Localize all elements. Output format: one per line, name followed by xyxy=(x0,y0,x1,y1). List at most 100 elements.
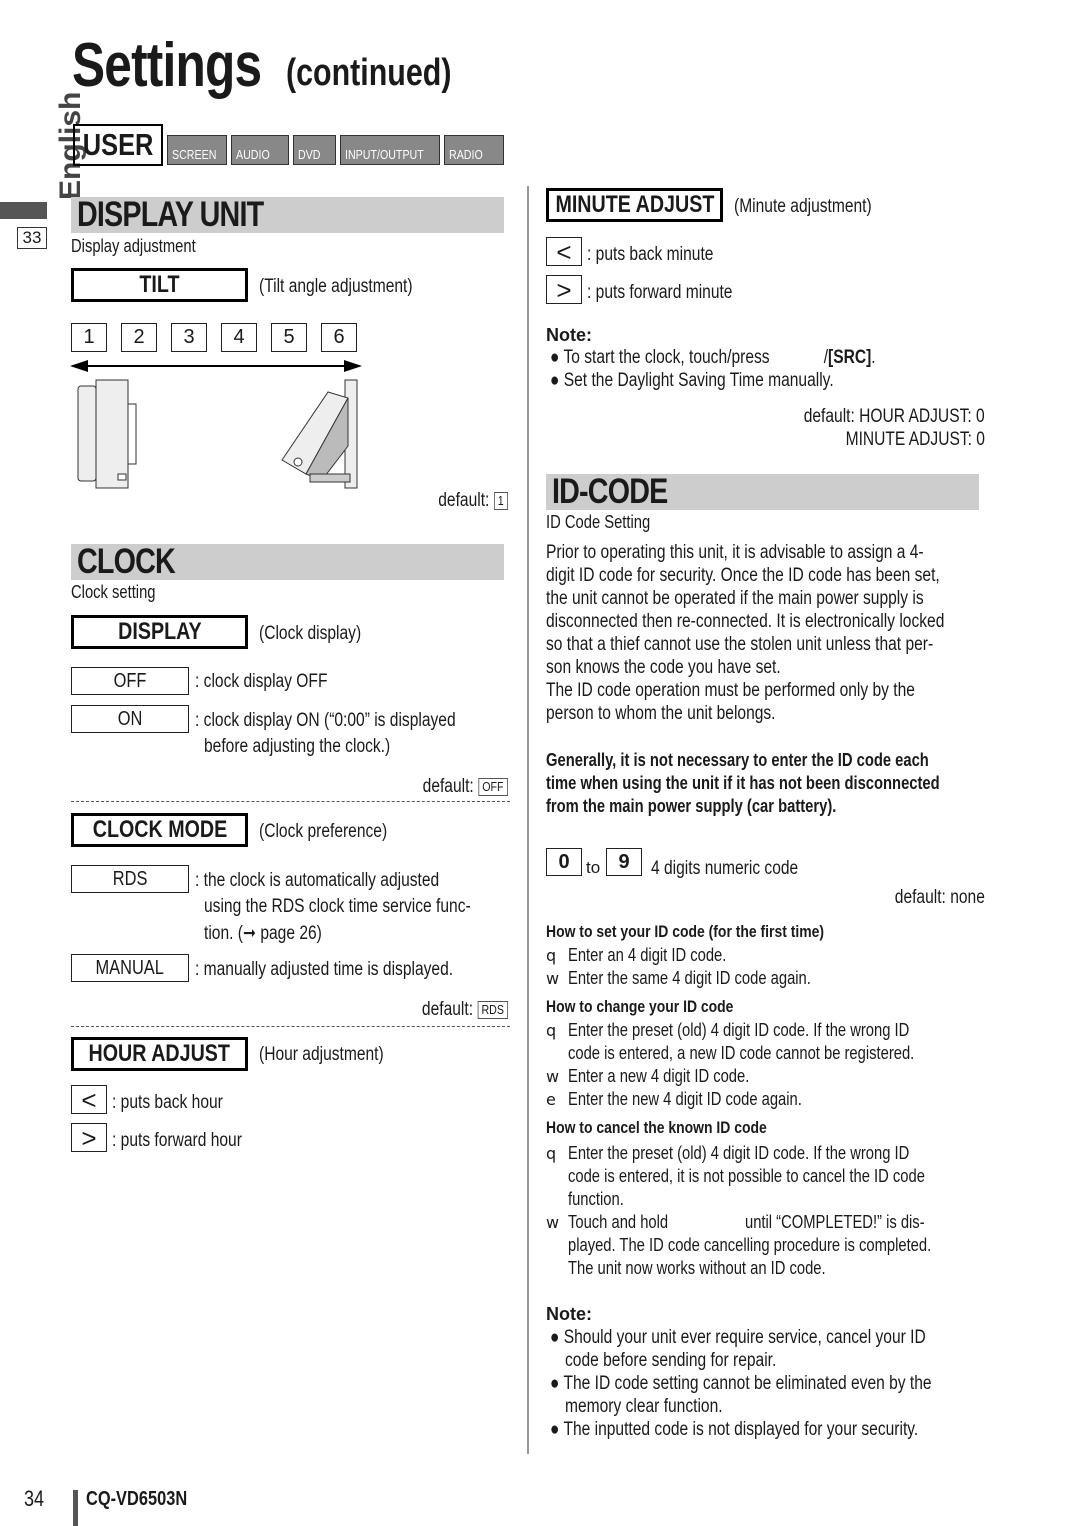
option-off[interactable]: OFF xyxy=(71,667,189,695)
tilt-level-4[interactable]: 4 xyxy=(221,323,257,352)
option-on[interactable]: ON xyxy=(71,705,189,733)
menu-tabs: USER SCREEN AUDIO DVD INPUT/OUTPUT RADIO xyxy=(73,124,504,166)
tab-input-output[interactable]: INPUT/OUTPUT xyxy=(340,135,440,165)
note-item: ● The ID code setting cannot be eliminat… xyxy=(550,1373,932,1394)
tab-radio[interactable]: RADIO xyxy=(444,135,504,165)
bullet-icon: ● xyxy=(550,347,560,368)
hour-back-description: : puts back hour xyxy=(112,1092,223,1113)
id-code-notes: ● Should your unit ever require service,… xyxy=(550,1326,990,1441)
digit-9-key[interactable]: 9 xyxy=(606,848,642,876)
step-label: w xyxy=(546,1067,560,1086)
chevron-left-icon: < xyxy=(81,1084,97,1115)
divider xyxy=(71,801,510,802)
section-title: DISPLAY UNIT xyxy=(77,195,264,234)
section-subtitle: Display adjustment xyxy=(71,236,196,256)
clock-mode-default-value: RDS xyxy=(477,1000,508,1019)
page-title: Settings (continued) xyxy=(72,30,451,101)
note-item: ● Set the Daylight Saving Time manually. xyxy=(550,370,834,391)
minute-forward-button[interactable]: > xyxy=(546,275,582,304)
digit-0-key[interactable]: 0 xyxy=(546,848,582,876)
range-to-label: to xyxy=(586,858,601,877)
column-divider xyxy=(527,186,529,1454)
clock-display-key[interactable]: DISPLAY xyxy=(71,615,248,649)
option-rds[interactable]: RDS xyxy=(71,865,189,893)
id-code-intro: Prior to operating this unit, it is advi… xyxy=(546,542,945,724)
note-item: ● Should your unit ever require service,… xyxy=(550,1327,926,1348)
tab-audio[interactable]: AUDIO xyxy=(231,135,289,165)
minute-adjust-description: (Minute adjustment) xyxy=(734,196,872,217)
option-off-description: : clock display OFF xyxy=(195,671,328,692)
clock-display-default: default: OFF xyxy=(404,776,508,798)
option-manual-description: : manually adjusted time is displayed. xyxy=(195,959,454,980)
option-manual[interactable]: MANUAL xyxy=(71,954,189,982)
id-code-default: default: none xyxy=(894,887,985,908)
id-code-notice: Generally, it is not necessary to enter … xyxy=(546,750,940,816)
option-on-description-cont: before adjusting the clock.) xyxy=(204,736,391,757)
model-name: CQ-VD6503N xyxy=(86,1488,188,1510)
adjust-default-line2: MINUTE ADJUST: 0 xyxy=(845,429,985,450)
cancel-id-heading: How to cancel the known ID code xyxy=(546,1118,767,1137)
tilt-key[interactable]: TILT xyxy=(71,268,248,302)
step: q Enter an 4 digit ID code. xyxy=(546,945,727,965)
tab-dvd[interactable]: DVD xyxy=(293,135,336,165)
note-item: ● The inputted code is not displayed for… xyxy=(550,1419,919,1440)
section-subtitle: ID Code Setting xyxy=(546,512,651,532)
step-label: q xyxy=(546,1021,557,1040)
step: w Touch and hold until “COMPLETED!” is d… xyxy=(546,1212,932,1278)
tilt-level-1[interactable]: 1 xyxy=(71,323,107,352)
adjust-default-line1: default: HOUR ADJUST: 0 xyxy=(804,406,985,427)
step: w Enter the same 4 digit ID code again. xyxy=(546,968,811,988)
chevron-right-icon: > xyxy=(81,1122,97,1153)
tilt-level-5[interactable]: 5 xyxy=(271,323,307,352)
tilt-level-6[interactable]: 6 xyxy=(321,323,357,352)
option-on-description: : clock display ON (“0:00” is displayed xyxy=(195,710,456,731)
minute-back-description: : puts back minute xyxy=(587,244,714,265)
tab-user[interactable]: USER xyxy=(73,124,163,166)
hour-adjust-description: (Hour adjustment) xyxy=(259,1044,384,1065)
note-heading: Note: xyxy=(546,325,592,345)
option-rds-description: : the clock is automatically adjusted xyxy=(195,870,440,891)
tilt-level-3[interactable]: 3 xyxy=(171,323,207,352)
section-header-id-code: ID-CODE xyxy=(546,472,979,511)
double-arrow-icon xyxy=(70,360,362,372)
option-rds-description-cont2: tion. (➞ page 26) xyxy=(204,923,322,944)
divider xyxy=(71,1026,510,1027)
step-label: e xyxy=(546,1090,556,1109)
chevron-right-icon: > xyxy=(556,274,572,305)
change-id-heading: How to change your ID code xyxy=(546,997,734,1016)
step: e Enter the new 4 digit ID code again. xyxy=(546,1089,802,1109)
hour-forward-button[interactable]: > xyxy=(71,1123,107,1152)
minute-adjust-key[interactable]: MINUTE ADJUST xyxy=(546,188,723,222)
tilt-illustration xyxy=(70,360,362,489)
step: q Enter the preset (old) 4 digit ID code… xyxy=(546,1020,915,1063)
bullet-icon: ● xyxy=(550,1419,560,1440)
step-label: w xyxy=(546,969,560,988)
bullet-icon: ● xyxy=(550,1373,560,1394)
language-tab: English xyxy=(16,92,87,200)
tilt-default-value: 1 xyxy=(493,491,508,510)
set-id-heading: How to set your ID code (for the first t… xyxy=(546,922,825,941)
side-page-reference: 33 xyxy=(17,227,47,249)
section-title: CLOCK xyxy=(77,542,176,581)
tilt-levels: 1 2 3 4 5 6 xyxy=(71,323,361,353)
hour-adjust-key[interactable]: HOUR ADJUST xyxy=(71,1037,248,1071)
note-item-cont: memory clear function. xyxy=(565,1396,723,1417)
hour-forward-description: : puts forward hour xyxy=(112,1130,242,1151)
section-header-display-unit: DISPLAY UNIT xyxy=(71,195,504,234)
hour-back-button[interactable]: < xyxy=(71,1085,107,1114)
unit-tilted-icon xyxy=(281,379,358,489)
page-title-main: Settings xyxy=(72,31,262,100)
step-label: q xyxy=(546,946,557,965)
step-label: q xyxy=(546,1144,557,1163)
bullet-icon: ● xyxy=(550,1327,560,1348)
note-heading: Note: xyxy=(546,1304,592,1324)
clock-mode-key[interactable]: CLOCK MODE xyxy=(71,813,248,847)
unit-upright-icon xyxy=(77,379,137,489)
range-description: 4 digits numeric code xyxy=(651,858,799,879)
tab-screen[interactable]: SCREEN xyxy=(167,135,227,165)
clock-mode-description: (Clock preference) xyxy=(259,821,388,842)
section-title: ID-CODE xyxy=(552,472,668,511)
minute-back-button[interactable]: < xyxy=(546,237,582,266)
tilt-level-2[interactable]: 2 xyxy=(121,323,157,352)
clock-display-description: (Clock display) xyxy=(259,623,362,644)
